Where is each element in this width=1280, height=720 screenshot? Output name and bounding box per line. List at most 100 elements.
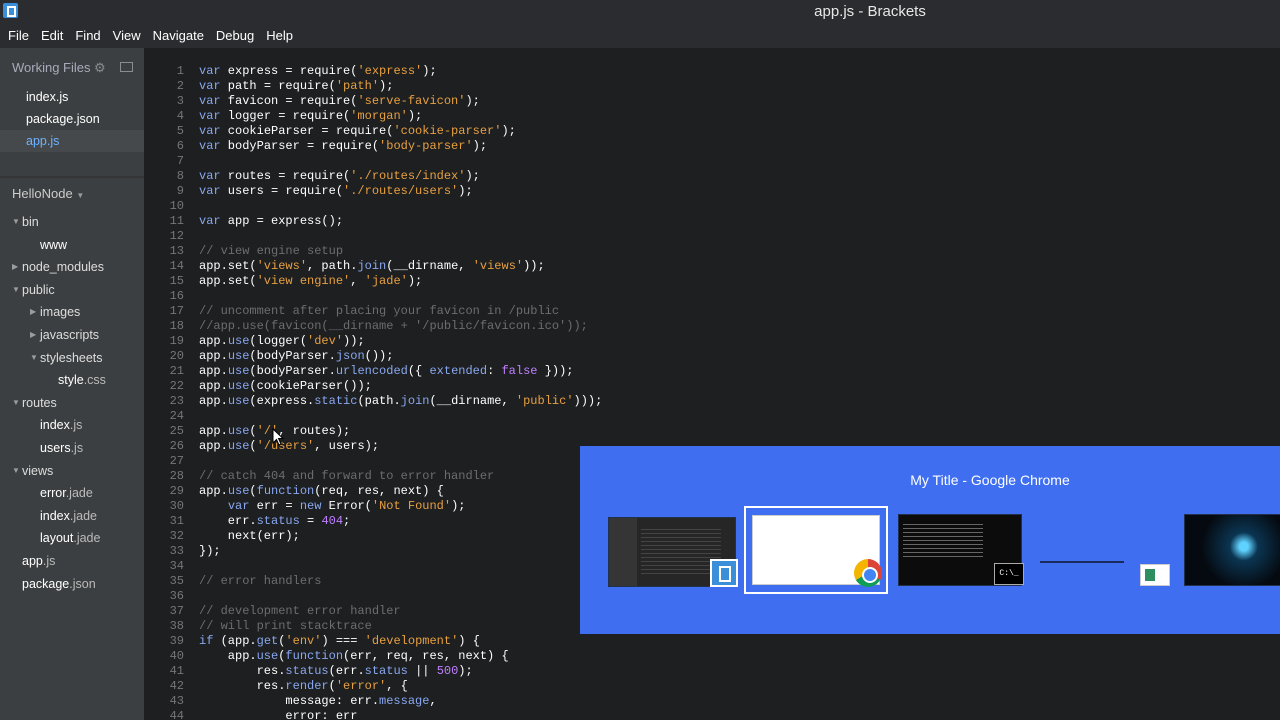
line-number: 11 (169, 214, 184, 228)
tree-item-extension: .jade (65, 486, 93, 501)
tree-file[interactable]: package.json (0, 573, 144, 596)
split-view-icon[interactable] (120, 62, 133, 72)
code-text: var bodyParser = require('body-parser'); (199, 139, 488, 153)
file-name: package (26, 112, 74, 126)
line-number: 34 (169, 559, 184, 573)
tree-file[interactable]: www (0, 234, 144, 257)
tree-folder[interactable]: ▼ stylesheets (0, 347, 144, 370)
line-number: 6 (176, 139, 184, 153)
tree-file[interactable]: index.js (0, 414, 144, 437)
menu-file[interactable]: File (2, 28, 35, 43)
line-number: 37 (169, 604, 184, 618)
code-text: }); (199, 544, 221, 558)
tree-folder[interactable]: ▶ node_modules (0, 256, 144, 279)
chevron-down-icon: ▼ (12, 284, 20, 294)
gear-icon[interactable]: ⚙ (94, 60, 106, 76)
tree-item-label: index.js (40, 418, 83, 433)
working-file-item[interactable]: package.json (0, 108, 144, 130)
code-text: var favicon = require('serve-favicon'); (199, 94, 480, 108)
working-file-item[interactable]: index.js (0, 86, 144, 108)
tree-folder[interactable]: ▼ routes (0, 392, 144, 415)
tree-item-extension: .css (83, 373, 106, 388)
tree-file[interactable]: style.css (0, 369, 144, 392)
tree-file[interactable]: error.jade (0, 482, 144, 505)
code-text: if (app.get('env') === 'development') { (199, 634, 480, 648)
code-text: // will print stacktrace (199, 619, 372, 633)
tree-file[interactable]: layout.jade (0, 527, 144, 550)
line-number: 8 (176, 169, 184, 183)
line-number: 42 (169, 679, 184, 693)
line-number: 33 (169, 544, 184, 558)
code-text: // error handlers (199, 574, 322, 588)
line-number: 12 (169, 229, 184, 243)
tree-file[interactable]: users.js (0, 437, 144, 460)
project-tree: ▼ bin www ▶ node_modules ▼ public ▶ images ▶ javas… (0, 211, 144, 595)
tree-folder[interactable]: ▶ javascripts (0, 324, 144, 347)
desktop-thumbnail[interactable] (1184, 514, 1280, 586)
line-number: 1 (176, 64, 184, 78)
line-number: 17 (169, 304, 184, 318)
tree-folder[interactable]: ▼ public (0, 279, 144, 302)
line-number: 2 (176, 79, 184, 93)
tree-item-label: www (40, 237, 68, 252)
tree-item-label: users.js (40, 440, 84, 455)
tree-file[interactable]: app.js (0, 550, 144, 573)
sidebar: Working Files ⚙ index.js package.json ap… (0, 48, 144, 720)
line-number: 30 (169, 499, 184, 513)
working-files-list: index.js package.json app.js (0, 86, 144, 152)
tree-item-label: bin (22, 215, 39, 229)
line-number: 29 (169, 484, 184, 498)
code-text: var path = require('path'); (199, 79, 394, 93)
tree-item-label: routes (22, 395, 57, 410)
tree-folder[interactable]: ▼ bin (0, 211, 144, 234)
line-number: 21 (169, 364, 184, 378)
code-text: message: err.message, (199, 694, 437, 708)
code-text: app.set('view engine', 'jade'); (199, 274, 423, 288)
minimized-window-thumbnail[interactable] (1040, 561, 1124, 563)
file-name: index (26, 90, 56, 104)
line-number: 20 (169, 349, 184, 363)
code-text: // catch 404 and forward to error handle… (199, 469, 495, 483)
brackets-app-icon (710, 559, 738, 587)
mouse-cursor-icon (272, 428, 285, 446)
tree-item-extension: .js (70, 440, 84, 455)
tree-item-label: node_modules (22, 260, 105, 275)
line-number: 10 (169, 199, 184, 213)
tree-item-label: stylesheets (40, 350, 103, 365)
tree-folder[interactable]: ▶ images (0, 301, 144, 324)
window-title: app.js - Brackets (814, 3, 926, 20)
menu-edit[interactable]: Edit (35, 28, 69, 43)
chevron-down-icon: ▼ (76, 191, 85, 200)
chevron-down-icon: ▼ (30, 352, 38, 362)
chevron-down-icon: ▼ (12, 217, 20, 226)
line-number: 13 (169, 244, 184, 258)
tree-item-extension: .jade (69, 508, 97, 523)
line-number: 7 (176, 154, 184, 168)
tree-item-label: style.css (58, 373, 106, 388)
line-number: 4 (176, 109, 184, 123)
line-number: 40 (169, 649, 184, 663)
tree-item-label: public (22, 282, 55, 297)
tree-item-label: images (40, 305, 81, 320)
menu-view[interactable]: View (107, 28, 147, 43)
tree-item-extension: .jade (73, 531, 101, 546)
menu-bar: File Edit Find View Navigate Debug Help (0, 22, 1280, 48)
project-dropdown[interactable]: HelloNode ▼ (12, 186, 84, 201)
menu-navigate[interactable]: Navigate (147, 28, 210, 43)
code-text: app.use(bodyParser.urlencoded({ extended… (199, 364, 574, 378)
tree-folder[interactable]: ▼ views (0, 460, 144, 483)
line-number: 3 (176, 94, 184, 108)
line-number: 14 (169, 259, 184, 273)
tree-file[interactable]: index.jade (0, 505, 144, 528)
line-number: 38 (169, 619, 184, 633)
tree-item-extension: .js (42, 553, 56, 568)
menu-help[interactable]: Help (260, 28, 299, 43)
working-file-item-active[interactable]: app.js (0, 130, 144, 152)
line-number: 44 (169, 709, 184, 720)
code-text: // view engine setup (199, 244, 344, 258)
menu-debug[interactable]: Debug (210, 28, 260, 43)
code-text: res.render('error', { (199, 679, 408, 693)
line-number: 27 (169, 454, 184, 468)
menu-find[interactable]: Find (69, 28, 106, 43)
cmd-icon: C:\_ (994, 563, 1024, 585)
